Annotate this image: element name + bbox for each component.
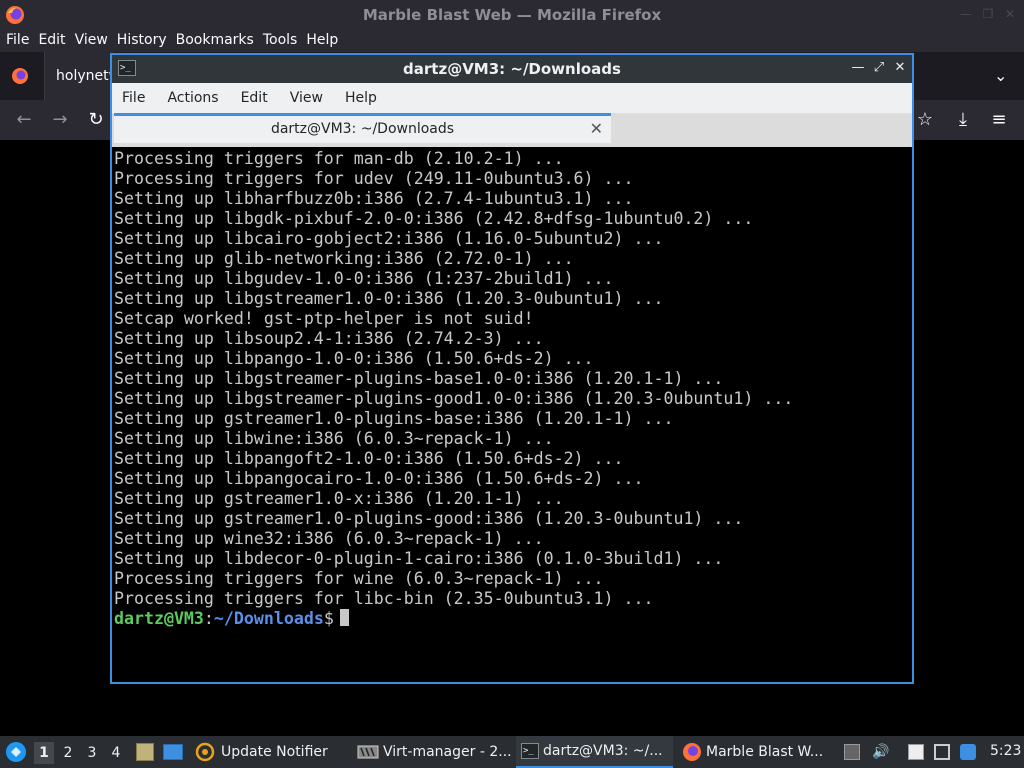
close-icon[interactable]: ✕ xyxy=(891,59,909,77)
download-icon[interactable]: ⤓ xyxy=(951,108,975,132)
file-manager-icon[interactable] xyxy=(136,743,154,761)
workspace-2[interactable]: 2 xyxy=(58,742,78,764)
taskbar-item-label: Marble Blast W... xyxy=(706,744,824,760)
terminal-line: Setting up libgstreamer-plugins-base1.0-… xyxy=(114,369,724,388)
terminal-line: Processing triggers for udev (249.11-0ub… xyxy=(114,169,634,188)
taskbar-terminal[interactable]: >_ dartz@VM3: ~/... xyxy=(516,736,673,768)
network-icon[interactable] xyxy=(934,744,950,760)
terminal-line: Setting up libpangoft2-1.0-0:i386 (1.50.… xyxy=(114,449,624,468)
terminal-line: Setting up libharfbuzz0b:i386 (2.7.4-1ub… xyxy=(114,189,634,208)
maximize-icon[interactable]: ❐ xyxy=(980,6,996,22)
firefox-icon xyxy=(683,743,701,761)
terminal-line: Setting up libdecor-0-plugin-1-cairo:i38… xyxy=(114,549,724,568)
firefox-titlebar[interactable]: Marble Blast Web — Mozilla Firefox — ❐ ✕ xyxy=(0,0,1024,30)
terminal-menubar: File Actions Edit View Help xyxy=(112,83,912,113)
firefox-tab[interactable]: holynetw xyxy=(44,52,114,100)
workspace-3[interactable]: 3 xyxy=(82,742,102,764)
firefox-window-title: Marble Blast Web — Mozilla Firefox xyxy=(362,6,662,24)
terminal-line: Setting up libsoup2.4-1:i386 (2.74.2-3) … xyxy=(114,329,544,348)
terminal-output[interactable]: Processing triggers for man-db (2.10.2-1… xyxy=(114,149,910,682)
menu-tools[interactable]: Tools xyxy=(263,30,303,52)
taskbar-virt-manager[interactable]: Virt-manager - 2... xyxy=(354,736,512,768)
back-icon[interactable]: ← xyxy=(12,108,36,132)
terminal-window-title: dartz@VM3: ~/Downloads xyxy=(403,60,621,78)
firefox-menubar: File Edit View History Bookmarks Tools H… xyxy=(0,30,1024,52)
close-tab-icon[interactable]: ✕ xyxy=(590,119,603,138)
terminal-icon: >_ xyxy=(521,743,539,759)
update-notifier-icon xyxy=(195,742,215,762)
notifications-icon[interactable] xyxy=(960,744,976,760)
desktop: Marble Blast Web — Mozilla Firefox — ❐ ✕… xyxy=(0,0,1024,768)
prompt-path: ~/Downloads xyxy=(213,609,324,628)
menu-view[interactable]: View xyxy=(75,30,113,52)
terminal-line: Setting up libwine:i386 (6.0.3~repack-1)… xyxy=(114,429,554,448)
firefox-tab-icon[interactable] xyxy=(10,66,30,86)
clock[interactable]: 5:23 xyxy=(990,743,1021,759)
minimize-icon[interactable]: — xyxy=(958,6,974,22)
workspace-1[interactable]: 1 xyxy=(34,742,54,764)
menu-history[interactable]: History xyxy=(117,30,172,52)
terminal-menu-help[interactable]: Help xyxy=(345,83,377,113)
menu-help[interactable]: Help xyxy=(306,30,343,52)
terminal-line: Processing triggers for man-db (2.10.2-1… xyxy=(114,149,564,168)
terminal-menu-file[interactable]: File xyxy=(122,83,145,113)
terminal-line: Setting up wine32:i386 (6.0.3~repack-1) … xyxy=(114,529,544,548)
trash-icon[interactable] xyxy=(844,744,860,760)
terminal-window[interactable]: >_ dartz@VM3: ~/Downloads — ⤢ ✕ File Act… xyxy=(110,53,914,684)
menu-bookmarks[interactable]: Bookmarks xyxy=(176,30,259,52)
maximize-icon[interactable]: ⤢ xyxy=(870,59,888,77)
terminal-line: Processing triggers for libc-bin (2.35-0… xyxy=(114,589,654,608)
chevron-down-icon[interactable]: ⌄ xyxy=(994,66,1007,85)
volume-icon[interactable]: 🔊 xyxy=(872,744,889,760)
forward-icon[interactable]: → xyxy=(48,108,72,132)
workspace-4[interactable]: 4 xyxy=(106,742,126,764)
terminal-cursor xyxy=(339,609,349,626)
terminal-line: Setting up libpangocairo-1.0-0:i386 (1.5… xyxy=(114,469,644,488)
menu-edit[interactable]: Edit xyxy=(38,30,70,52)
terminal-line: Setting up libcairo-gobject2:i386 (1.16.… xyxy=(114,229,664,248)
hamburger-menu-icon[interactable]: ≡ xyxy=(987,108,1011,132)
terminal-line: Setting up glib-networking:i386 (2.72.0-… xyxy=(114,249,574,268)
terminal-titlebar[interactable]: >_ dartz@VM3: ~/Downloads — ⤢ ✕ xyxy=(112,55,912,83)
menu-file[interactable]: File xyxy=(6,30,34,52)
terminal-prompt-line[interactable]: dartz@VM3:~/Downloads$ xyxy=(114,609,910,629)
bookmark-star-icon[interactable]: ☆ xyxy=(913,108,937,132)
prompt-symbol: $ xyxy=(323,609,334,628)
terminal-tab-label: dartz@VM3: ~/Downloads xyxy=(270,121,455,137)
taskbar-item-label: Update Notifier xyxy=(221,744,328,760)
taskbar-item-label: Virt-manager - 2... xyxy=(383,744,512,760)
terminal-line: Setting up libgdk-pixbuf-2.0-0:i386 (2.4… xyxy=(114,209,754,228)
terminal-menu-view[interactable]: View xyxy=(290,83,323,113)
clipboard-icon[interactable] xyxy=(908,744,924,760)
terminal-line: Setting up gstreamer1.0-x:i386 (1.20.1-1… xyxy=(114,489,564,508)
terminal-line: Setting up libpango-1.0-0:i386 (1.50.6+d… xyxy=(114,349,594,368)
terminal-line: Setting up libgudev-1.0-0:i386 (1:237-2b… xyxy=(114,269,614,288)
show-desktop-icon[interactable] xyxy=(163,744,183,760)
taskbar: 1 2 3 4 Update Notifier Virt-manager - 2… xyxy=(0,736,1024,768)
terminal-line: Setting up libgstreamer1.0-0:i386 (1.20.… xyxy=(114,289,664,308)
terminal-tab[interactable]: dartz@VM3: ~/Downloads ✕ xyxy=(114,113,611,143)
reload-icon[interactable]: ↻ xyxy=(84,108,108,132)
prompt-user: dartz@VM3 xyxy=(114,609,204,628)
terminal-line: Setting up gstreamer1.0-plugins-base:i38… xyxy=(114,409,674,428)
taskbar-item-label: dartz@VM3: ~/... xyxy=(543,743,663,759)
virt-manager-icon xyxy=(357,745,379,759)
terminal-tabbar: dartz@VM3: ~/Downloads ✕ xyxy=(112,113,912,147)
app-launcher-icon[interactable] xyxy=(5,741,27,763)
terminal-line: Setcap worked! gst-ptp-helper is not sui… xyxy=(114,309,534,328)
terminal-menu-edit[interactable]: Edit xyxy=(241,83,268,113)
terminal-line: Setting up gstreamer1.0-plugins-good:i38… xyxy=(114,509,744,528)
taskbar-firefox[interactable]: Marble Blast W... xyxy=(680,736,836,768)
minimize-icon[interactable]: — xyxy=(849,59,867,77)
terminal-line: Setting up libgstreamer-plugins-good1.0-… xyxy=(114,389,794,408)
taskbar-update-notifier[interactable]: Update Notifier xyxy=(192,736,342,768)
terminal-menu-actions[interactable]: Actions xyxy=(167,83,218,113)
close-icon[interactable]: ✕ xyxy=(1002,6,1018,22)
terminal-line: Processing triggers for wine (6.0.3~repa… xyxy=(114,569,604,588)
prompt-separator: : xyxy=(203,609,214,628)
